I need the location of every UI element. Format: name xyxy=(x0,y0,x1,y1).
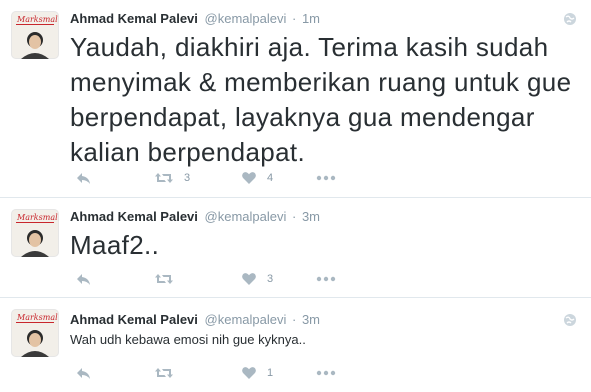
author-username[interactable]: @kemalpalevi xyxy=(205,11,287,26)
more-icon xyxy=(316,365,336,381)
tweet-text: Wah udh kebawa emosi nih gue kyknya.. xyxy=(70,332,306,347)
globe-icon xyxy=(563,313,577,327)
avatar[interactable]: Marksmal xyxy=(11,11,59,59)
timestamp[interactable]: 3m xyxy=(302,209,320,224)
heart-icon xyxy=(241,271,257,287)
avatar-logo-text: Marksmal xyxy=(16,213,58,222)
retweet-button[interactable] xyxy=(154,271,184,287)
tweet-header: Ahmad Kemal Palevi @kemalpalevi · 1m xyxy=(70,10,320,28)
tweet-text: Yaudah, diakhiri aja. Terima kasih sudah… xyxy=(70,32,572,167)
retweet-button[interactable]: 3 xyxy=(154,170,190,186)
separator: · xyxy=(291,312,297,327)
tweet-header: Ahmad Kemal Palevi @kemalpalevi · 3m xyxy=(70,311,320,329)
timestamp[interactable]: 3m xyxy=(302,312,320,327)
like-button[interactable]: 1 xyxy=(241,365,273,381)
reply-button[interactable] xyxy=(75,271,93,287)
tweet-text: Maaf2.. xyxy=(70,230,160,260)
avatar[interactable]: Marksmal xyxy=(11,209,59,257)
tweet[interactable]: Marksmal Ahmad Kemal Palevi @kemalpalevi… xyxy=(0,0,591,198)
retweet-count: 3 xyxy=(184,172,191,184)
reply-icon xyxy=(75,271,93,287)
tweet-timeline: Marksmal Ahmad Kemal Palevi @kemalpalevi… xyxy=(0,0,591,392)
tweet[interactable]: Marksmal Ahmad Kemal Palevi @kemalpalevi… xyxy=(0,298,591,392)
globe-icon xyxy=(563,12,577,26)
more-button[interactable] xyxy=(316,365,336,381)
heart-icon xyxy=(241,365,257,381)
reply-button[interactable] xyxy=(75,170,93,186)
timestamp[interactable]: 1m xyxy=(302,11,320,26)
author-name[interactable]: Ahmad Kemal Palevi xyxy=(70,312,198,327)
avatar-logo-text: Marksmal xyxy=(16,15,58,24)
tweet-header: Ahmad Kemal Palevi @kemalpalevi · 3m xyxy=(70,208,320,226)
retweet-button[interactable] xyxy=(154,365,184,381)
more-icon xyxy=(316,170,336,186)
tweet[interactable]: Marksmal Ahmad Kemal Palevi @kemalpalevi… xyxy=(0,198,591,298)
avatar-logo-text: Marksmal xyxy=(16,313,58,322)
more-button[interactable] xyxy=(316,271,336,287)
retweet-icon xyxy=(154,170,174,186)
like-button[interactable]: 4 xyxy=(241,170,273,186)
reply-button[interactable] xyxy=(75,365,93,381)
reply-icon xyxy=(75,170,93,186)
author-name[interactable]: Ahmad Kemal Palevi xyxy=(70,11,198,26)
retweet-icon xyxy=(154,365,174,381)
author-name[interactable]: Ahmad Kemal Palevi xyxy=(70,209,198,224)
retweet-icon xyxy=(154,271,174,287)
avatar[interactable]: Marksmal xyxy=(11,309,59,357)
more-button[interactable] xyxy=(316,170,336,186)
heart-icon xyxy=(241,170,257,186)
like-count: 1 xyxy=(267,367,274,379)
separator: · xyxy=(291,11,297,26)
author-username[interactable]: @kemalpalevi xyxy=(205,312,287,327)
like-count: 4 xyxy=(267,172,274,184)
reply-icon xyxy=(75,365,93,381)
like-count: 3 xyxy=(267,273,274,285)
more-icon xyxy=(316,271,336,287)
author-username[interactable]: @kemalpalevi xyxy=(205,209,287,224)
separator: · xyxy=(291,209,297,224)
like-button[interactable]: 3 xyxy=(241,271,273,287)
